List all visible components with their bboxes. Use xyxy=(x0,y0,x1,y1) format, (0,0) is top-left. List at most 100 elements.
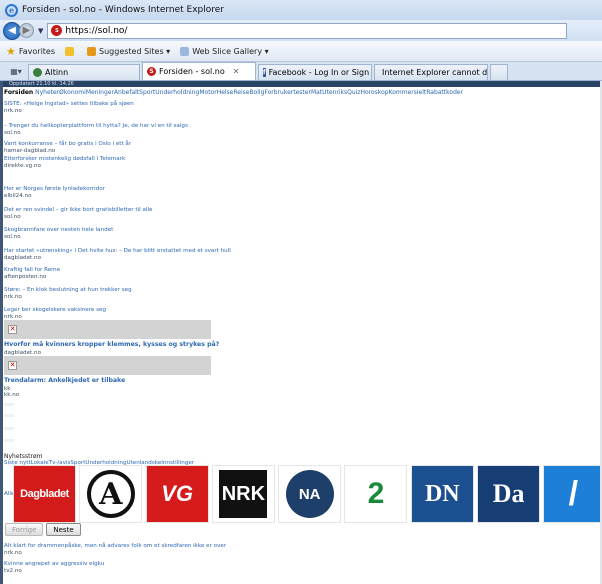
article-item: Kraftig fall for Reme aftenposten.no xyxy=(4,267,264,281)
nav-item[interactable]: Nyheter xyxy=(35,89,59,96)
article-headline[interactable]: Det er ren svindel – gir ikke bort grati… xyxy=(4,207,264,214)
history-dropdown-icon[interactable]: ▼ xyxy=(38,27,43,35)
news-logo[interactable]: Da xyxy=(477,465,541,523)
nav-item[interactable]: Horoskop xyxy=(361,89,389,96)
article-source: elbil24.no xyxy=(4,193,32,199)
address-bar[interactable]: S https://sol.no/ xyxy=(47,22,568,39)
nav-item[interactable]: Utenriks xyxy=(322,89,347,96)
suggested-sites-button[interactable]: Suggested Sites ▾ xyxy=(87,46,171,56)
news-logo[interactable]: VG xyxy=(145,465,209,523)
article-source: nrk.no xyxy=(4,294,22,300)
news-logo[interactable]: NA xyxy=(278,465,342,523)
add-favorite-button[interactable] xyxy=(65,46,77,56)
news-logo[interactable]: DN xyxy=(410,465,474,523)
star-icon: ★ xyxy=(6,44,16,58)
tab-label: Altinn xyxy=(45,68,69,77)
news-logo-mark: VG xyxy=(146,466,208,522)
nav-item[interactable]: Kommersielt xyxy=(389,89,427,96)
article-source: nrk.no xyxy=(4,550,22,556)
news-logo[interactable]: 2 xyxy=(344,465,408,523)
news-logo[interactable]: Dagbladet xyxy=(13,465,76,523)
featured-source: kk.no xyxy=(4,392,20,398)
new-tab-button[interactable] xyxy=(490,64,508,80)
nav-item[interactable]: Motor xyxy=(199,89,216,96)
article-item: Leger ber skogelskere vaksinere seg nrk.n… xyxy=(4,307,264,321)
article-item: Etterforsker mistenkelig dødsfall i Tele… xyxy=(4,156,264,170)
tab-sol[interactable]: S Forsiden - sol.no ✕ xyxy=(142,62,256,80)
article-item: Støre: – En klok beslutning at hun trekk… xyxy=(4,287,264,301)
altinn-favicon-icon xyxy=(33,68,42,77)
nav-item[interactable]: Sport xyxy=(139,89,155,96)
nav-item[interactable]: Økonomi xyxy=(59,89,86,96)
article-headline[interactable]: Vant konkurranse – får bo gratis i Oslo … xyxy=(4,141,264,148)
address-url[interactable]: https://sol.no/ xyxy=(65,26,127,36)
nav-item[interactable]: Forbrukertester xyxy=(264,89,311,96)
close-tab-icon[interactable]: ✕ xyxy=(233,67,240,76)
news-logo-mark: Dagbladet xyxy=(14,466,75,522)
nav-item[interactable]: Quiz xyxy=(347,89,360,96)
article-item: – Trenger du helikopterplattform til hyt… xyxy=(4,123,264,137)
forward-button[interactable]: ▶ xyxy=(19,23,34,38)
suggested-sites-label: Suggested Sites ▾ xyxy=(99,46,171,56)
article-item: Her er Norges første lynladekorridor elbi… xyxy=(4,186,264,200)
news-logo-mark: DN xyxy=(411,466,473,522)
article-item: Skogbrannfare over nesten hele landet sol… xyxy=(4,227,264,241)
news-logo[interactable]: NRK xyxy=(211,465,275,523)
article-headline[interactable]: SISTE: «Helge Ingstad» settes tilbake på… xyxy=(4,101,264,108)
nav-current[interactable]: Forsiden xyxy=(4,89,33,96)
nav-item[interactable]: Rabattkoder xyxy=(426,89,463,96)
nav-item[interactable]: Anbefalt xyxy=(114,89,139,96)
tab-facebook[interactable]: f Facebook - Log In or Sign ... xyxy=(258,64,372,80)
nav-item[interactable]: Helse xyxy=(217,89,234,96)
tab-altinn[interactable]: Altinn xyxy=(28,64,140,80)
pager: Forrige Neste xyxy=(5,523,84,536)
broken-image-icon: ✕ xyxy=(8,325,17,334)
suggested-sites-icon xyxy=(87,46,97,56)
blank-line xyxy=(4,414,14,417)
nav-item[interactable]: Reise xyxy=(233,89,249,96)
article-item: SISTE: «Helge Ingstad» settes tilbake på… xyxy=(4,101,264,115)
article-headline[interactable]: Leger ber skogelskere vaksinere seg xyxy=(4,307,264,314)
article-headline[interactable]: – Trenger du helikopterplattform til hyt… xyxy=(4,123,264,130)
web-slice-icon xyxy=(180,46,190,56)
top-strip-text: Oppdatert 21.10 kl. 14.26 xyxy=(9,81,74,87)
broken-image: ✕ xyxy=(4,356,211,375)
tab-ie-error[interactable]: Internet Explorer cannot di... xyxy=(374,64,488,80)
article-source: sol.no xyxy=(4,234,21,240)
web-slice-gallery-button[interactable]: Web Slice Gallery ▾ xyxy=(180,46,269,56)
article-headline[interactable]: Alt klart for drammenpåske, men nå advar… xyxy=(4,543,264,550)
web-slice-label: Web Slice Gallery ▾ xyxy=(192,46,269,56)
nav-item[interactable]: Bolig xyxy=(249,89,264,96)
featured-headline[interactable]: Trendalarm: Ankelkjedet er tilbake xyxy=(4,377,125,384)
favorites-bar: ★ Favorites Suggested Sites ▾ Web Slice … xyxy=(0,41,602,62)
article-headline[interactable]: Har startet «utrensking» i Det hvite hus… xyxy=(4,248,264,255)
article-headline[interactable]: Skogbrannfare over nesten hele landet xyxy=(4,227,264,234)
article-headline[interactable]: Kraftig fall for Reme xyxy=(4,267,264,274)
article-item: Det er ren svindel – gir ikke bort grati… xyxy=(4,207,264,221)
previous-button[interactable]: Forrige xyxy=(5,523,44,536)
news-logo-mark: A xyxy=(86,470,135,518)
article-source: dagbladet.no xyxy=(4,255,41,261)
article-source: hamar-dagblad.no xyxy=(4,148,56,154)
article-headline[interactable]: Støre: – En klok beslutning at hun trekk… xyxy=(4,287,264,294)
facebook-favicon-icon: f xyxy=(263,68,266,77)
article-source: direkte.vg.no xyxy=(4,163,41,169)
next-button[interactable]: Neste xyxy=(46,523,81,536)
favorites-button[interactable]: ★ Favorites xyxy=(6,45,55,58)
article-item: Kvinne angrepet av aggressiv elgku tv2.no xyxy=(4,561,264,575)
nav-item[interactable]: Meninger xyxy=(86,89,114,96)
article-headline[interactable]: Etterforsker mistenkelig dødsfall i Tele… xyxy=(4,156,264,163)
news-logo[interactable]: A xyxy=(79,465,143,523)
blank-line xyxy=(4,439,14,442)
favorites-label: Favorites xyxy=(18,46,56,56)
nav-item[interactable]: Mat xyxy=(311,89,322,96)
news-logo-mark: 2 xyxy=(345,466,407,522)
quick-tabs-icon[interactable]: ▦▾ xyxy=(4,64,28,79)
article-headline[interactable]: Her er Norges første lynladekorridor xyxy=(4,186,264,193)
news-logo[interactable]: / xyxy=(543,465,602,523)
nav-item[interactable]: Underholdning xyxy=(155,89,199,96)
newsstream-title: Nyhetsstrøm xyxy=(4,453,43,460)
article-headline[interactable]: Kvinne angrepet av aggressiv elgku xyxy=(4,561,264,568)
news-logo-mark: NRK xyxy=(219,470,268,518)
featured-headline[interactable]: Hvorfor må kvinners kropper klemmes, kys… xyxy=(4,341,219,348)
